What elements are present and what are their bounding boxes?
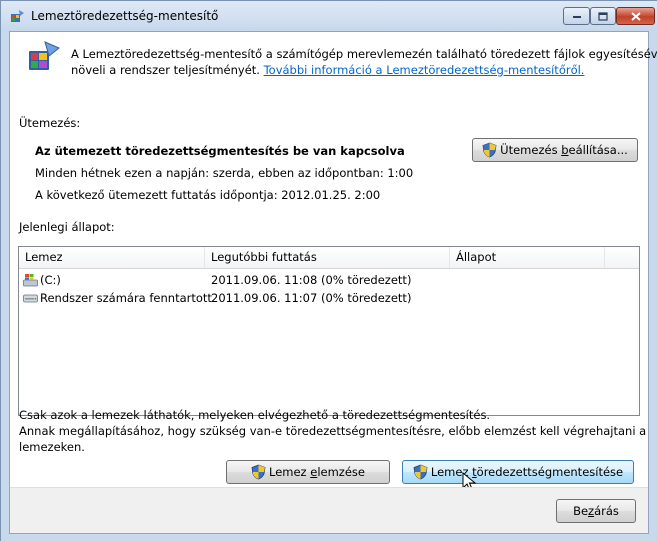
- schedule-frequency: Minden hétnek ezen a napján: szerda, ebb…: [35, 166, 414, 180]
- uac-shield-icon: [482, 142, 497, 158]
- intro-text-line1: A Lemeztöredezettség-mentesítő a számító…: [71, 47, 657, 61]
- note-line2: Annak megállapításához, hogy szükség van…: [19, 424, 647, 438]
- minimize-button[interactable]: [563, 7, 590, 25]
- analyze-disk-label-post: lemzése: [317, 465, 365, 479]
- configure-schedule-accesskey: b: [561, 143, 569, 157]
- maximize-icon: [598, 11, 608, 21]
- windows-drive-icon: [23, 274, 38, 287]
- drive-icon: [23, 294, 38, 303]
- configure-schedule-button[interactable]: Ütemezés beállítása...: [472, 138, 638, 162]
- column-header-last-run[interactable]: Legutóbbi futtatás: [205, 247, 450, 268]
- disk-row[interactable]: (C:) 2011.09.06. 11:08 (0% töredezett): [19, 271, 639, 289]
- close-label-post: árás: [594, 504, 619, 518]
- disk-name: Rendszer számára fenntartott: [40, 291, 212, 305]
- schedule-status: Az ütemezett töredezettségmentesítés be …: [35, 144, 405, 158]
- analyze-disk-button[interactable]: Lemez elemzése: [226, 460, 390, 484]
- analyze-disk-label: Lemez elemzése: [269, 465, 365, 479]
- note-line1: Csak azok a lemezek láthatók, melyeken e…: [19, 408, 491, 422]
- close-icon: [630, 11, 641, 21]
- close-button-label: Bezárás: [573, 504, 619, 518]
- close-button[interactable]: Bezárás: [556, 499, 636, 523]
- close-window-button[interactable]: [616, 7, 655, 25]
- disk-list-header: Lemez Legutóbbi futtatás Állapot: [19, 247, 639, 269]
- more-info-link[interactable]: További információ a Lemeztöredezettség-…: [264, 63, 585, 77]
- dialog-footer: Bezárás: [10, 487, 648, 533]
- defragment-disk-label: Lemez töredezettségmentesítése: [431, 465, 623, 479]
- disk-row[interactable]: Rendszer számára fenntartott 2011.09.06.…: [19, 289, 639, 307]
- disk-last-run: 2011.09.06. 11:08 (0% töredezett): [211, 273, 412, 287]
- uac-shield-icon: [251, 464, 266, 480]
- title-bar[interactable]: Lemeztöredezettség-mentesítő: [1, 1, 657, 31]
- schedule-next-run: A következő ütemezett futtatás időpontja…: [35, 188, 381, 202]
- column-header-status[interactable]: Állapot: [450, 247, 605, 268]
- maximize-button[interactable]: [590, 7, 616, 25]
- uac-shield-icon: [413, 464, 428, 480]
- window-title: Lemeztöredezettség-mentesítő: [31, 9, 219, 23]
- schedule-section-label: Ütemezés:: [19, 116, 81, 130]
- defrag-window: Lemeztöredezettség-mentesítő A Lemeztöre…: [0, 0, 657, 541]
- configure-schedule-label-pre: Ütemezés: [500, 143, 562, 157]
- configure-schedule-label: Ütemezés beállítása...: [500, 143, 628, 157]
- disk-name: (C:): [40, 273, 61, 287]
- current-status-label: Jelenlegi állapot:: [19, 220, 115, 234]
- minimize-icon: [572, 16, 581, 18]
- note-line3: lemezeken.: [19, 440, 85, 454]
- column-header-disk[interactable]: Lemez: [19, 247, 205, 268]
- client-area: A Lemeztöredezettség-mentesítő a számító…: [9, 31, 657, 534]
- disk-list[interactable]: Lemez Legutóbbi futtatás Állapot (C:) 20…: [18, 246, 640, 416]
- analyze-disk-label-pre: Lemez: [269, 465, 311, 479]
- defragment-disk-button[interactable]: Lemez töredezettségmentesítése: [402, 460, 634, 484]
- close-label-pre: Be: [573, 504, 589, 518]
- intro-text-line2-prefix: növeli a rendszer teljesítményét.: [71, 63, 264, 77]
- current-status-label-rest: elenlegi állapot:: [22, 220, 115, 234]
- defrag-app-icon: [11, 10, 24, 22]
- intro-text-line2: növeli a rendszer teljesítményét. Tovább…: [71, 63, 584, 77]
- defrag-large-icon: [29, 41, 60, 70]
- defragment-disk-label-post: öredezettségmentesítése: [476, 465, 624, 479]
- configure-schedule-label-post: eállítása...: [568, 143, 628, 157]
- disk-last-run: 2011.09.06. 11:07 (0% töredezett): [211, 291, 412, 305]
